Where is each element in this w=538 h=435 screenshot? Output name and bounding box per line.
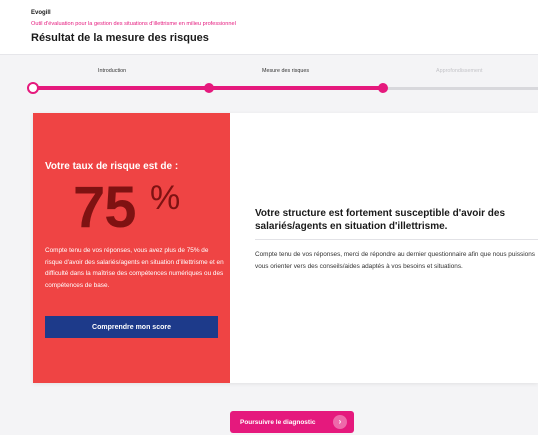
page-title: Résultat de la mesure des risques (31, 32, 209, 44)
risk-heading: Votre taux de risque est de : (45, 161, 179, 172)
step-marker-mesure (204, 83, 214, 93)
progress-stepper: Introduction Mesure des risques Approfon… (0, 56, 538, 104)
risk-percentage: 75 (73, 175, 137, 240)
app-header: Evogill Outil d'évaluation pour la gesti… (0, 0, 538, 55)
brand-name: Evogill (31, 10, 51, 16)
step-start-marker (27, 82, 39, 94)
result-body: Compte tenu de vos réponses, merci de ré… (255, 251, 535, 270)
continue-button-label: Poursuivre le diagnostic (240, 418, 316, 426)
step-approfondissement: Approfondissement (436, 68, 483, 74)
step-marker-current (378, 83, 388, 93)
result-title: Votre structure est fortement susceptibl… (255, 208, 506, 232)
app-subtitle: Outil d'évaluation pour la gestion des s… (31, 21, 236, 27)
understand-score-button[interactable]: Comprendre mon score (45, 316, 218, 338)
result-card: Votre taux de risque est de : 75 % Compt… (33, 113, 538, 383)
divider (255, 239, 538, 240)
risk-panel: Votre taux de risque est de : 75 % Compt… (33, 113, 230, 383)
step-mesure-des-risques: Mesure des risques (262, 68, 310, 74)
continue-diagnostic-button[interactable]: Poursuivre le diagnostic › (230, 411, 354, 433)
step-introduction: Introduction (98, 68, 127, 74)
risk-percent-sign: % (150, 179, 181, 217)
arrow-right-icon: › (338, 417, 342, 426)
risk-description: Compte tenu de vos réponses, vous avez p… (45, 247, 224, 289)
